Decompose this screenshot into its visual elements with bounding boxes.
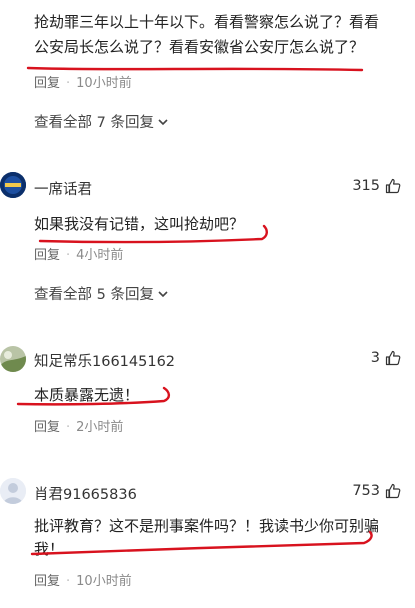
like-button[interactable]: 753 [352, 483, 401, 499]
thumbs-up-icon [385, 350, 401, 366]
comment-text-line: 公安局长怎么说了？看看安徽省公安厅怎么说了？ [34, 38, 365, 56]
timestamp: 4小时前 [76, 248, 124, 263]
chevron-down-icon [158, 118, 168, 125]
comment-text-line: 批评教育？这不是刑事案件吗？！我读书少你可别骗 [34, 517, 380, 535]
comment-meta: 回复 · 2小时前 [34, 420, 124, 435]
view-all-replies-label: 查看全部 7 条回复 [34, 115, 154, 131]
username[interactable]: 知足常乐166145162 [34, 350, 175, 371]
reply-button[interactable]: 回复 [34, 248, 60, 263]
like-count: 3 [370, 350, 380, 366]
like-count: 753 [352, 483, 380, 499]
thumbs-up-icon [385, 483, 401, 499]
comment-meta: 回复 · 4小时前 [34, 248, 124, 263]
chevron-down-icon [158, 290, 168, 297]
view-all-replies-button[interactable]: 查看全部 5 条回复 [34, 283, 169, 304]
username[interactable]: 一席话君 [34, 178, 92, 199]
username[interactable]: 肖君91665836 [34, 483, 137, 504]
reply-button[interactable]: 回复 [34, 420, 60, 435]
avatar[interactable] [0, 172, 26, 198]
reply-button[interactable]: 回复 [34, 76, 60, 91]
comment-text: 本质暴露无遗！ [34, 386, 140, 404]
avatar[interactable] [0, 346, 26, 372]
thumbs-up-icon [385, 178, 401, 194]
avatar[interactable] [0, 478, 26, 504]
comment-meta: 回复 · 10小时前 [34, 76, 132, 91]
view-all-replies-label: 查看全部 5 条回复 [34, 287, 154, 303]
like-button[interactable]: 315 [352, 178, 401, 194]
comment-text-line: 抢劫罪三年以上十年以下。看看警察怎么说了？看看 [34, 13, 380, 31]
timestamp: 10小时前 [76, 76, 132, 91]
avatar-image [0, 172, 26, 198]
comment-text: 如果我没有记错，这叫抢劫吧？ [34, 215, 245, 233]
reply-button[interactable]: 回复 [34, 574, 60, 589]
view-all-replies-button[interactable]: 查看全部 7 条回复 [34, 111, 169, 132]
comment-text-line: 我！ [34, 540, 65, 558]
comment-meta: 回复 · 10小时前 [34, 574, 132, 589]
timestamp: 10小时前 [76, 574, 132, 589]
timestamp: 2小时前 [76, 420, 124, 435]
like-count: 315 [352, 178, 380, 194]
default-avatar-icon [0, 478, 26, 504]
avatar-image [0, 346, 26, 372]
like-button[interactable]: 3 [371, 350, 401, 366]
